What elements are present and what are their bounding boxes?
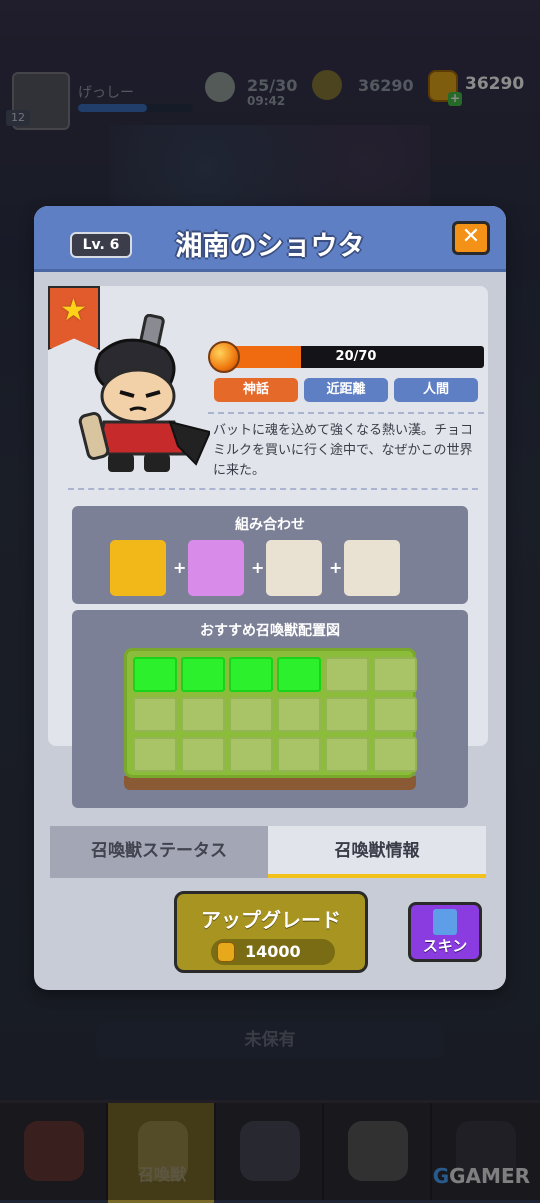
close-button[interactable]: ✕ <box>452 221 490 255</box>
upgrade-cost-value: 14000 <box>245 942 301 961</box>
recommended-layout-panel: おすすめ召喚獣配置図 <box>72 610 468 808</box>
grid-cell <box>181 697 225 732</box>
skin-label: スキン <box>422 937 468 955</box>
combo-panel: 組み合わせ + + + <box>72 506 468 604</box>
trait-tags: 神話 近距離 人間 <box>214 378 484 402</box>
modal-header: Lv. 6 湘南のショウタ ✕ <box>34 206 506 272</box>
level-badge: Lv. 6 <box>70 232 132 258</box>
combo-item-plant-creature[interactable] <box>188 540 244 596</box>
tag-mythic: 神話 <box>214 378 298 402</box>
grid-dirt-base <box>124 776 416 790</box>
grid-cell <box>325 697 369 732</box>
plus-sign: + <box>173 558 187 577</box>
coin-icon <box>217 942 235 962</box>
combo-item-ninja[interactable] <box>266 540 322 596</box>
grid-cell-recommended <box>133 657 177 692</box>
upgrade-cost: 14000 <box>211 939 335 965</box>
modal-title: 湘南のショウタ <box>175 231 365 262</box>
placement-grid <box>124 648 417 778</box>
layout-title: おすすめ召喚獣配置図 <box>200 623 340 639</box>
profile-card: ★ 20/70 神話 近距離 人間 バットに魂を込めて強くなる熱い漢。チョコミル… <box>48 286 488 808</box>
divider <box>208 412 484 414</box>
tab-summon-info[interactable]: 召喚獣情報 <box>268 826 486 878</box>
upgrade-label: アップグレード <box>201 908 341 932</box>
grid-cell <box>373 697 417 732</box>
grid-cell-recommended <box>181 657 225 692</box>
modal-tabs: 召喚獣ステータス 召喚獣情報 <box>50 826 486 880</box>
grid-cell-recommended <box>277 657 321 692</box>
skin-button[interactable]: スキン <box>408 902 482 962</box>
character-portrait <box>78 314 210 472</box>
tab-summon-status[interactable]: 召喚獣ステータス <box>50 826 268 878</box>
summon-detail-modal: Lv. 6 湘南のショウタ ✕ ★ 20/70 神話 近距離 人間 バットに魂を… <box>34 206 506 990</box>
grid-cell <box>133 697 177 732</box>
grid-cell <box>325 737 369 772</box>
combo-title: 組み合わせ <box>235 517 305 533</box>
grid-cell <box>373 737 417 772</box>
grid-cell <box>373 657 417 692</box>
exp-bar: 20/70 <box>228 346 484 368</box>
plus-sign: + <box>251 558 265 577</box>
character-description: バットに魂を込めて強くなる熱い漢。チョコミルクを買いに行く途中で、なぜかこの世界… <box>213 423 474 478</box>
tag-human: 人間 <box>394 378 478 402</box>
grid-cell <box>277 737 321 772</box>
grid-cell <box>277 697 321 732</box>
upgrade-button[interactable]: アップグレード 14000 <box>174 891 368 973</box>
grid-cell-recommended <box>229 657 273 692</box>
divider <box>68 488 478 490</box>
exp-text: 20/70 <box>335 349 377 364</box>
grid-cell <box>229 697 273 732</box>
grid-cell <box>325 657 369 692</box>
grid-cell <box>133 737 177 772</box>
tag-melee: 近距離 <box>304 378 388 402</box>
outfit-icon <box>433 909 457 935</box>
combo-item-ninja[interactable] <box>344 540 400 596</box>
combo-item-shiba-dog[interactable] <box>110 540 166 596</box>
grid-cell <box>229 737 273 772</box>
plus-sign: + <box>329 558 343 577</box>
grid-cell <box>181 737 225 772</box>
exp-orb-icon <box>208 341 240 373</box>
